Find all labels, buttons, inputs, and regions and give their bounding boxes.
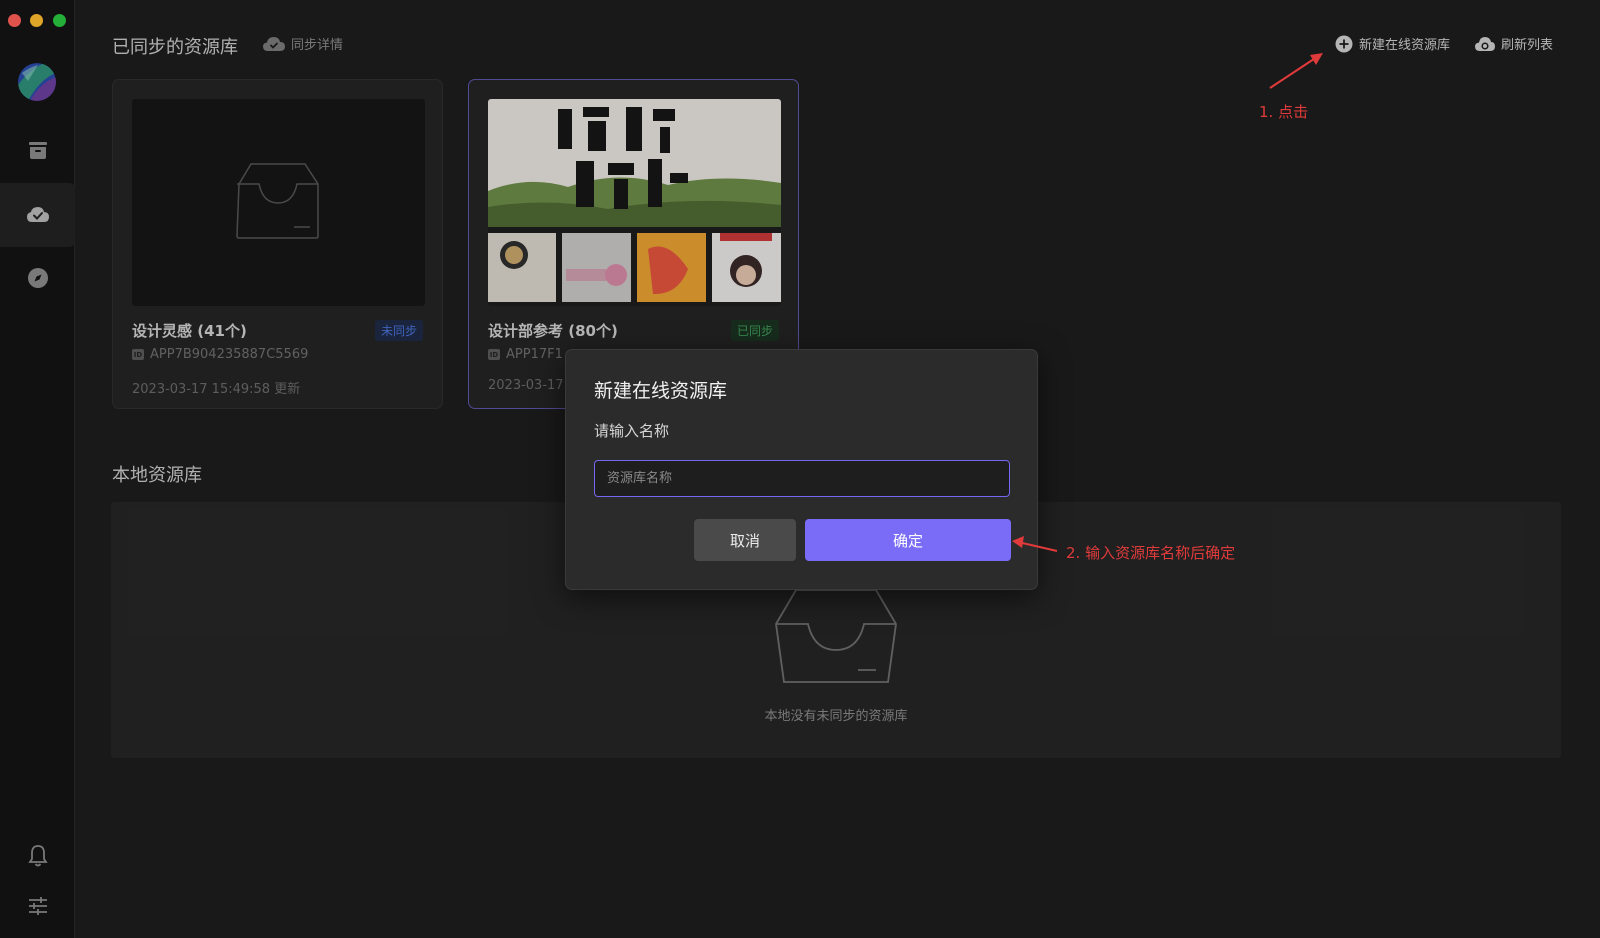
name-field-label: 请输入名称 [594,422,670,440]
library-name-input[interactable] [594,460,1010,497]
new-library-dialog: 新建在线资源库 请输入名称 取消 确定 [565,349,1038,590]
annotation-step2: 2. 输入资源库名称后确定 [1066,544,1236,562]
cancel-button[interactable]: 取消 [694,519,796,561]
annotation-step1: 1. 点击 [1259,103,1309,121]
confirm-button[interactable]: 确定 [805,519,1011,561]
dialog-title: 新建在线资源库 [594,380,728,402]
